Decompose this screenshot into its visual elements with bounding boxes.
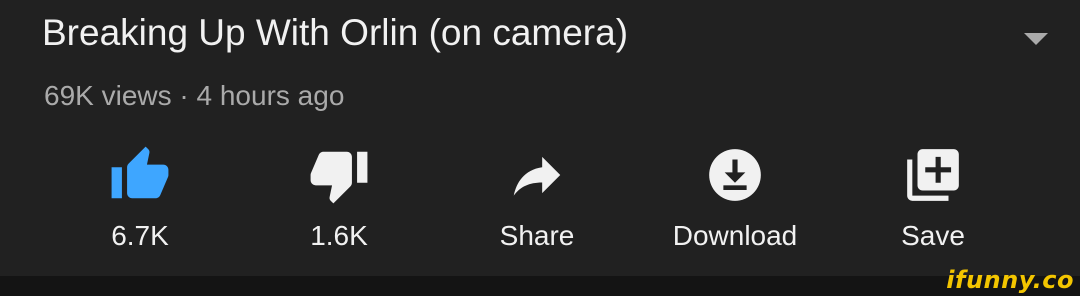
video-title: Breaking Up With Orlin (on camera) [42, 12, 629, 53]
watermark-logo: ifunny.co [946, 266, 1074, 294]
action-bar: 6.7K 1.6K Share Download Save [0, 138, 1080, 268]
chevron-down-icon[interactable] [1018, 28, 1054, 48]
save-label: Save [901, 220, 965, 251]
add-to-playlist-icon [907, 149, 959, 201]
like-button[interactable]: 6.7K [45, 138, 235, 264]
like-count: 6.7K [111, 220, 169, 251]
download-icon [709, 149, 761, 201]
footer-bar [0, 276, 1080, 296]
video-meta: 69K views · 4 hours ago [44, 80, 345, 111]
thumbs-down-icon [310, 151, 368, 204]
share-button[interactable]: Share [442, 138, 632, 264]
share-arrow-icon [513, 156, 561, 196]
thumbs-up-icon [111, 146, 169, 199]
download-button[interactable]: Download [640, 138, 830, 264]
save-button[interactable]: Save [838, 138, 1028, 264]
dislike-count: 1.6K [310, 220, 368, 251]
dislike-button[interactable]: 1.6K [244, 138, 434, 264]
share-label: Share [499, 220, 575, 251]
download-label: Download [672, 220, 798, 251]
